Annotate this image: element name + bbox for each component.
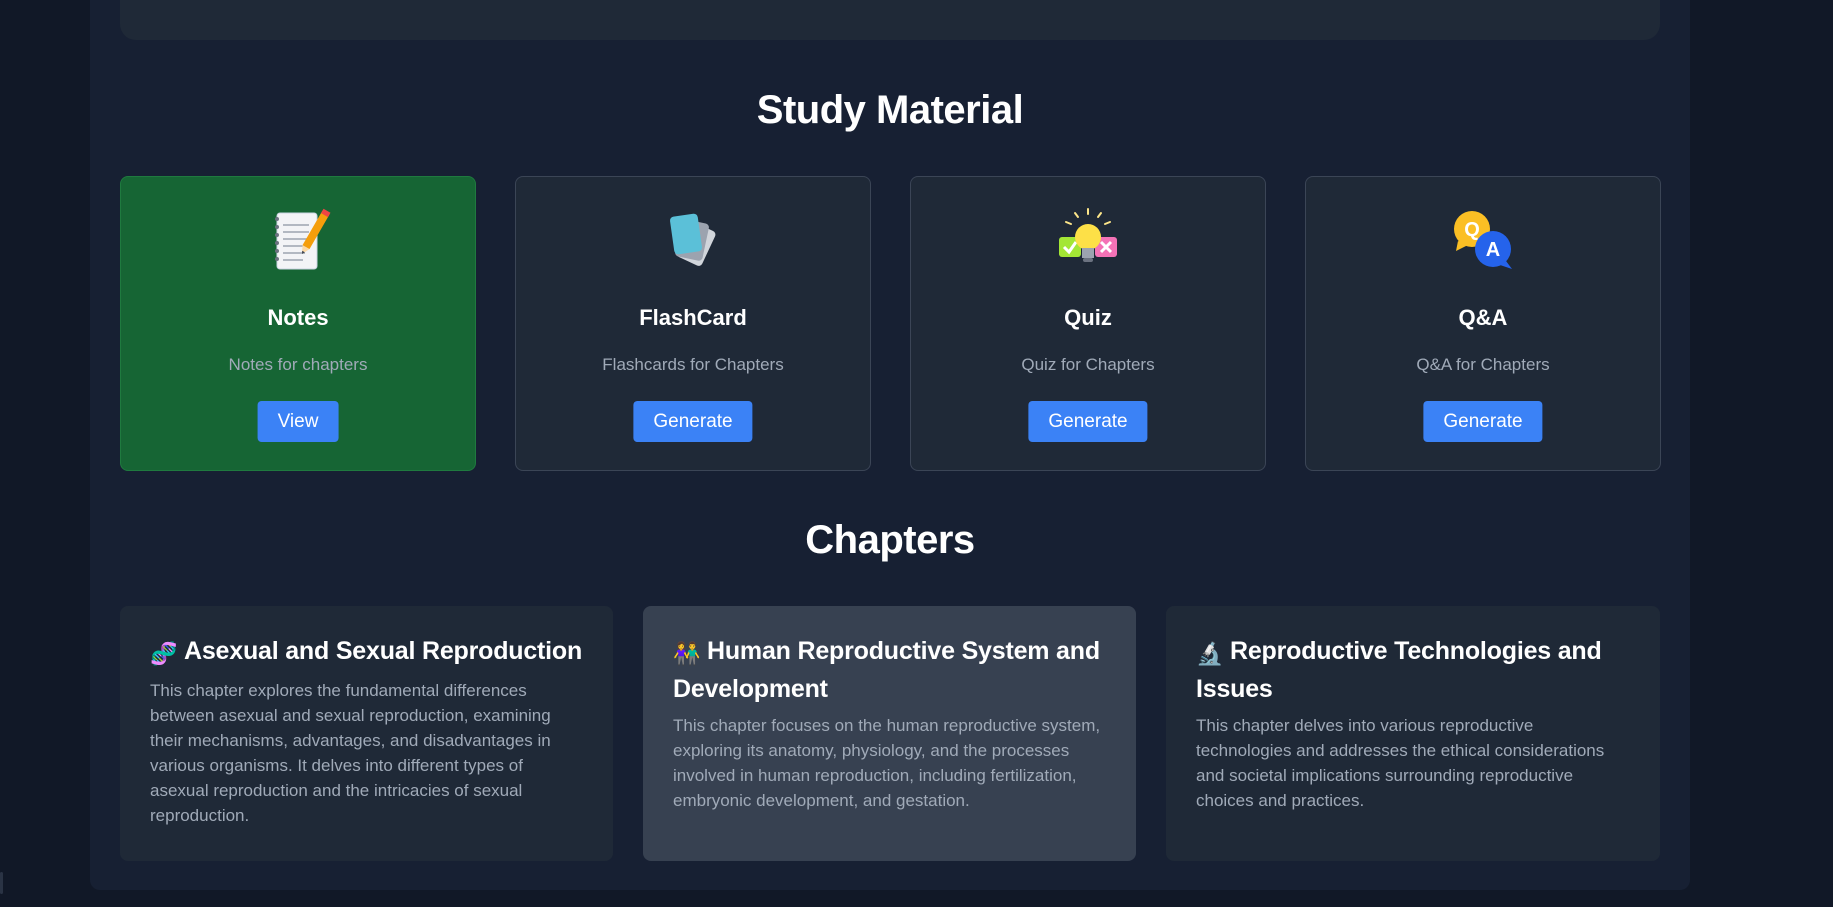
qa-title: Q&A [1458,305,1508,330]
notes-title: Notes [267,305,329,330]
chapter-description: This chapter delves into various reprodu… [1196,716,1605,810]
svg-text:A: A [1486,239,1500,261]
chapter-title-text: Asexual and Sexual Reproduction [184,637,583,665]
chapter-title-text: Human Reproductive System and Developmen… [673,637,1100,703]
lightbulb-quiz-icon [1059,208,1117,262]
notes-description: Notes for chapters [228,355,368,374]
chapter-title: 🔬 Reproductive Technologies and Issues [1196,634,1630,707]
chapter-title: 🧬 Asexual and Sexual Reproduction [150,634,583,672]
chapter-description: This chapter explores the fundamental di… [150,681,551,825]
chapter-card-asexual-sexual[interactable]: 🧬 Asexual and Sexual Reproduction This ch… [120,606,613,861]
quiz-description: Quiz for Chapters [1021,355,1155,374]
scroll-edge-marker [0,872,3,894]
qa-card[interactable]: Q A Q&A Q&A for Chapters Generate [1305,176,1661,471]
quiz-card[interactable]: Quiz Quiz for Chapters Generate [910,176,1266,471]
quiz-title: Quiz [1064,305,1112,330]
chapter-card-human-reproductive[interactable]: 👫 Human Reproductive System and Developme… [643,606,1136,861]
flashcard-description: Flashcards for Chapters [602,355,784,374]
dna-icon: 🧬 [150,642,178,667]
notes-card[interactable]: Notes Notes for chapters View [120,176,476,471]
chapters-heading: Chapters [805,518,975,562]
top-card [120,0,1660,40]
flashcard-card[interactable]: FlashCard Flashcards for Chapters Genera… [515,176,871,471]
microscope-icon: 🔬 [1196,642,1224,667]
chapter-description: This chapter focuses on the human reprod… [673,716,1101,810]
qa-description: Q&A for Chapters [1416,355,1550,374]
flashcards-icon [670,213,716,266]
svg-text:Q: Q [1464,219,1480,241]
chapter-card-reproductive-tech[interactable]: 🔬 Reproductive Technologies and Issues Th… [1166,606,1660,861]
qa-bubbles-icon: Q A [1454,211,1512,269]
quiz-generate-button[interactable]: Generate [1028,401,1148,442]
notes-view-button[interactable]: View [257,401,339,442]
notebook-icon [275,208,331,270]
flashcard-title: FlashCard [639,305,747,330]
chapter-title-text: Reproductive Technologies and Issues [1196,637,1602,703]
chapter-title: 👫 Human Reproductive System and Developme… [673,634,1106,707]
qa-generate-button[interactable]: Generate [1423,401,1543,442]
study-material-heading: Study Material [756,88,1024,132]
flashcard-generate-button[interactable]: Generate [633,401,753,442]
couple-icon: 👫 [673,642,701,667]
